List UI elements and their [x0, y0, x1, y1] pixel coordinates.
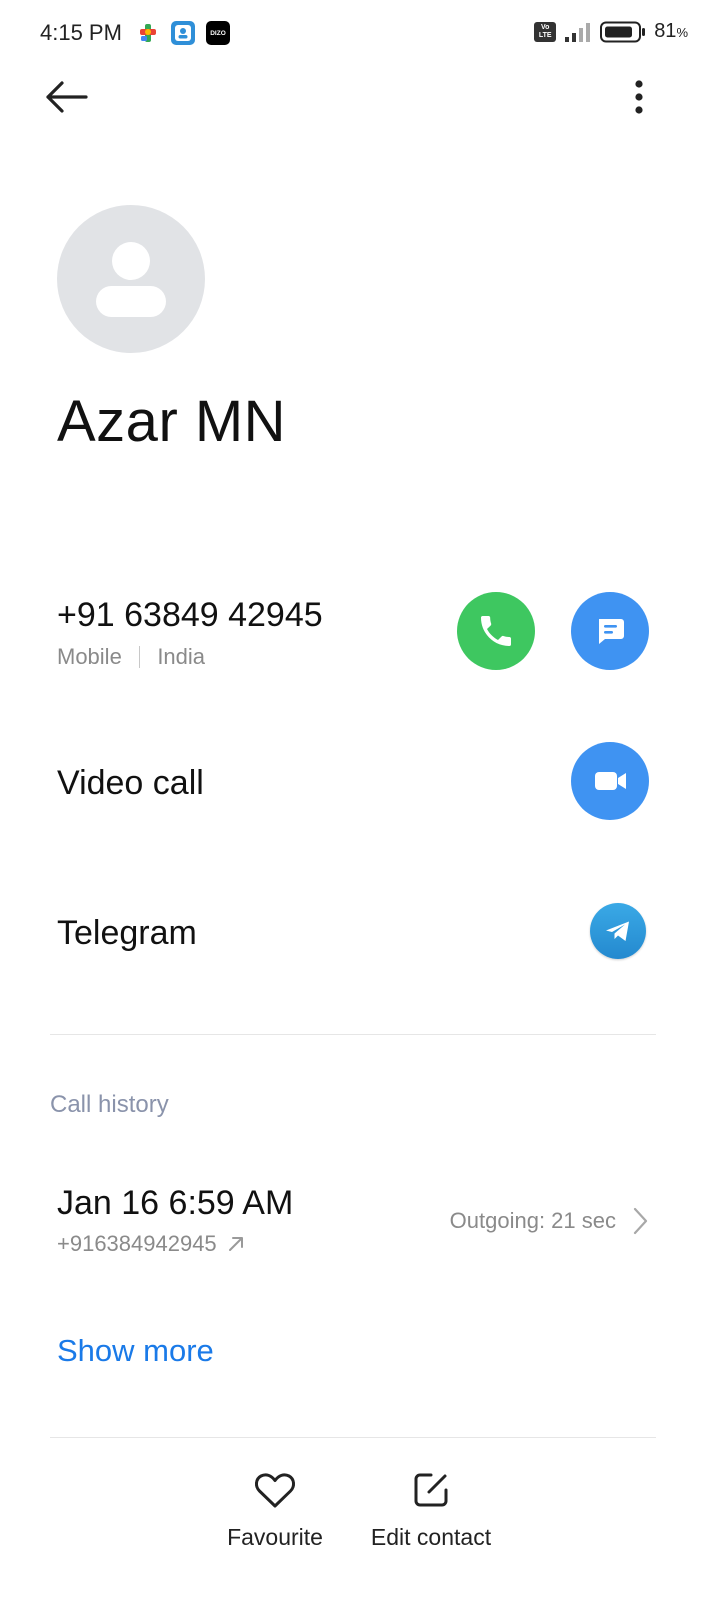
- call-history-number: +916384942945: [57, 1231, 217, 1256]
- contact-name: Azar MN: [57, 389, 287, 454]
- edit-contact-label: Edit contact: [370, 1524, 492, 1550]
- telegram-label[interactable]: Telegram: [57, 914, 197, 953]
- show-more-link[interactable]: Show more: [57, 1333, 214, 1369]
- google-play-games-icon: [136, 21, 160, 45]
- divider: [50, 1437, 656, 1438]
- contacts-app-icon: [171, 21, 195, 45]
- divider: [50, 1034, 656, 1035]
- default-person-icon: [96, 242, 166, 317]
- chevron-right-icon[interactable]: [630, 1205, 650, 1237]
- telegram-button[interactable]: [590, 903, 646, 959]
- meta-separator: [138, 646, 141, 668]
- contact-avatar: [57, 205, 205, 353]
- phone-icon: [481, 616, 511, 646]
- message-icon: [599, 619, 624, 644]
- phone-meta: Mobile India: [57, 644, 205, 670]
- status-time: 4:15 PM: [40, 20, 122, 45]
- call-button[interactable]: [457, 592, 535, 670]
- arrow-left-icon: [46, 81, 88, 113]
- volte-icon: Vo LTE: [534, 21, 557, 42]
- dizo-app-icon: DIZO: [206, 21, 230, 45]
- back-button[interactable]: [40, 74, 92, 120]
- status-right-group: Vo LTE 81%: [534, 20, 688, 43]
- phone-type: Mobile: [57, 644, 122, 669]
- signal-icon: [565, 22, 591, 42]
- more-options-button[interactable]: [618, 74, 660, 120]
- message-button[interactable]: [571, 592, 649, 670]
- telegram-icon: [606, 921, 629, 941]
- call-history-title: Call history: [50, 1091, 169, 1118]
- video-camera-icon: [595, 772, 626, 790]
- favourite-button[interactable]: Favourite: [224, 1470, 326, 1551]
- video-call-button[interactable]: [571, 742, 649, 820]
- battery-percentage: 81%: [654, 20, 688, 42]
- heart-icon: [255, 1473, 295, 1508]
- call-history-number-row: +916384942945: [57, 1231, 247, 1257]
- phone-region: India: [157, 644, 206, 669]
- outgoing-arrow-icon: [228, 1237, 243, 1251]
- battery-icon: [600, 21, 646, 42]
- phone-number[interactable]: +91 63849 42945: [57, 596, 323, 635]
- edit-contact-button[interactable]: Edit contact: [366, 1470, 496, 1551]
- more-vertical-icon: [635, 80, 643, 114]
- video-call-label[interactable]: Video call: [57, 764, 204, 803]
- call-history-duration: Outgoing: 21 sec: [449, 1208, 616, 1233]
- call-history-date[interactable]: Jan 16 6:59 AM: [57, 1184, 293, 1223]
- favourite-label: Favourite: [227, 1524, 323, 1550]
- edit-icon: [414, 1473, 448, 1507]
